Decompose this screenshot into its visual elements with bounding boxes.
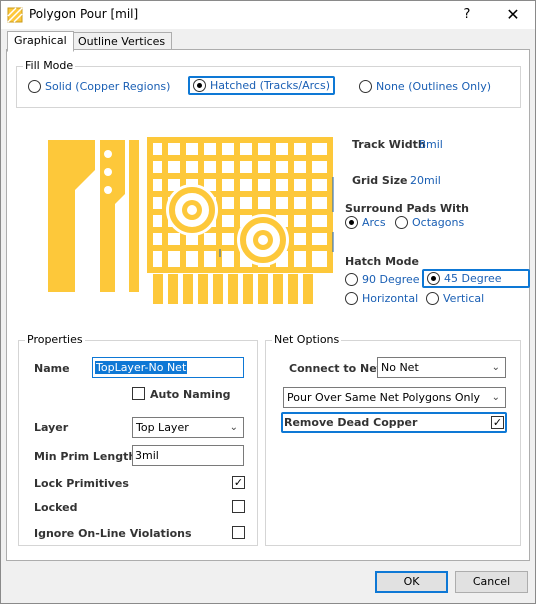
grid-size-label: Grid Size: [352, 174, 408, 187]
pour-over-value: Pour Over Same Net Polygons Only: [287, 391, 481, 404]
window-title: Polygon Pour [mil]: [29, 7, 139, 21]
track-width-value[interactable]: 8mil: [419, 138, 443, 151]
radio-circle: [426, 292, 439, 305]
radio-circle-selected: [193, 79, 206, 92]
hatch-vertical-radio[interactable]: Vertical: [426, 292, 484, 305]
cancel-button[interactable]: Cancel: [455, 571, 528, 593]
radio-circle: [395, 216, 408, 229]
radio-circle-selected: [427, 272, 440, 285]
locked-label: Locked: [34, 501, 78, 514]
chevron-down-icon: ⌄: [491, 362, 500, 373]
layer-select[interactable]: Top Layer ⌄: [132, 417, 244, 438]
net-options-title: Net Options: [272, 333, 342, 346]
hatch-horizontal-radio[interactable]: Horizontal: [345, 292, 418, 305]
name-input[interactable]: TopLayer-No Net: [92, 357, 244, 378]
hatch-90-label: 90 Degree: [362, 273, 420, 286]
lock-primitives-checkbox[interactable]: ✓: [232, 476, 245, 489]
radio-circle: [345, 273, 358, 286]
ok-button[interactable]: OK: [375, 571, 448, 593]
help-button[interactable]: ?: [456, 5, 478, 25]
surround-arcs-label: Arcs: [362, 216, 386, 229]
surround-octagons-radio[interactable]: Octagons: [395, 216, 464, 229]
surround-arcs-radio[interactable]: Arcs: [345, 216, 386, 229]
hatch-45-radio[interactable]: 45 Degree: [422, 269, 530, 288]
hatch-horizontal-label: Horizontal: [362, 292, 419, 305]
remove-dead-copper-checkbox[interactable]: ✓: [491, 416, 504, 429]
connect-to-net-select[interactable]: No Net ⌄: [377, 357, 506, 378]
hatch-45-label: 45 Degree: [444, 272, 502, 285]
fill-solid-radio[interactable]: Solid (Copper Regions): [28, 80, 170, 93]
pour-over-select[interactable]: Pour Over Same Net Polygons Only ⌄: [283, 387, 506, 408]
polygon-pour-icon: [7, 7, 23, 23]
properties-group: Properties Name TopLayer-No Net Auto Nam…: [18, 333, 258, 546]
chevron-down-icon: ⌄: [491, 392, 500, 403]
name-label: Name: [34, 362, 70, 375]
auto-naming-checkbox[interactable]: [132, 387, 145, 400]
track-width-label: Track Width: [352, 138, 426, 151]
fill-mode-title: Fill Mode: [23, 59, 76, 72]
radio-circle: [28, 80, 41, 93]
graphical-panel: Fill Mode Solid (Copper Regions) Hatched…: [6, 49, 530, 561]
properties-title: Properties: [25, 333, 85, 346]
layer-select-value: Top Layer: [136, 421, 189, 434]
close-button[interactable]: ✕: [501, 5, 525, 25]
chevron-down-icon: ⌄: [229, 422, 238, 433]
fill-none-radio[interactable]: None (Outlines Only): [359, 80, 491, 93]
fill-hatched-radio[interactable]: Hatched (Tracks/Arcs): [188, 76, 335, 95]
radio-circle-selected: [345, 216, 358, 229]
grid-size-value[interactable]: 20mil: [410, 174, 441, 187]
auto-naming-label: Auto Naming: [150, 388, 231, 401]
radio-circle: [345, 292, 358, 305]
fill-none-label: None (Outlines Only): [376, 80, 491, 93]
lock-primitives-label: Lock Primitives: [34, 477, 129, 490]
ignore-violations-label: Ignore On-Line Violations: [34, 527, 192, 540]
tab-graphical[interactable]: Graphical: [7, 31, 74, 52]
surround-pads-label: Surround Pads With: [345, 202, 469, 215]
hatch-90-radio[interactable]: 90 Degree: [345, 273, 420, 286]
name-input-value: TopLayer-No Net: [95, 361, 188, 374]
hatch-vertical-label: Vertical: [443, 292, 485, 305]
fill-solid-label: Solid (Copper Regions): [45, 80, 171, 93]
ignore-violations-checkbox[interactable]: [232, 526, 245, 539]
min-prim-length-label: Min Prim Length: [34, 450, 137, 463]
fill-hatched-label: Hatched (Tracks/Arcs): [210, 79, 330, 92]
connect-to-net-label: Connect to Net: [289, 362, 382, 375]
title-bar: Polygon Pour [mil] ? ✕: [1, 1, 535, 29]
surround-octagons-label: Octagons: [412, 216, 465, 229]
locked-checkbox[interactable]: [232, 500, 245, 513]
radio-circle: [359, 80, 372, 93]
min-prim-length-input[interactable]: 3mil: [132, 445, 244, 466]
remove-dead-copper-row[interactable]: Remove Dead Copper ✓: [281, 412, 507, 433]
fill-mode-group: Fill Mode Solid (Copper Regions) Hatched…: [16, 59, 521, 108]
layer-label: Layer: [34, 421, 69, 434]
connect-to-net-value: No Net: [381, 361, 419, 374]
remove-dead-copper-label: Remove Dead Copper: [284, 416, 418, 429]
hatch-mode-label: Hatch Mode: [345, 255, 419, 268]
net-options-group: Net Options Connect to Net No Net ⌄ Pour…: [265, 333, 521, 546]
polygon-pour-dialog: Polygon Pour [mil] ? ✕ Graphical Outline…: [0, 0, 536, 604]
hatched-polygon-preview: [48, 137, 334, 304]
